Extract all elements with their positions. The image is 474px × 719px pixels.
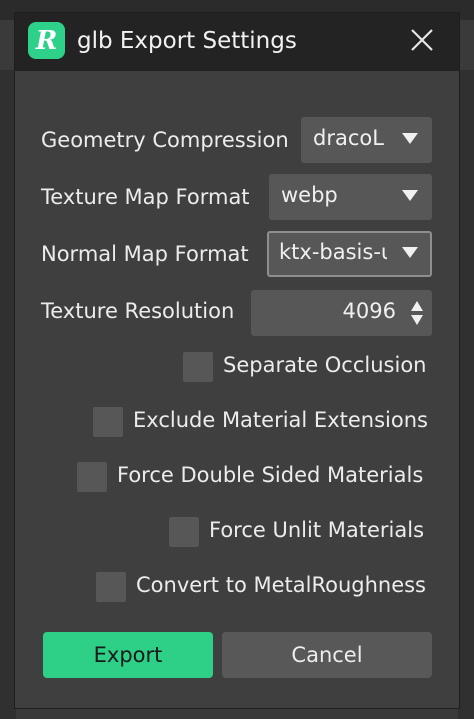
- dialog-titlebar: R glb Export Settings: [15, 13, 459, 71]
- force-unlit-materials-checkbox[interactable]: [169, 517, 199, 547]
- geometry-compression-dropdown[interactable]: dracoL: [301, 117, 432, 163]
- logo-glyph: R: [35, 25, 58, 56]
- texture-map-format-dropdown[interactable]: webp: [269, 174, 432, 220]
- texture-map-format-value: webp: [281, 183, 338, 207]
- chevron-down-icon: [402, 247, 418, 258]
- separate-occlusion-label: Separate Occlusion: [223, 353, 427, 377]
- exclude-material-extensions-checkbox[interactable]: [93, 407, 123, 437]
- close-icon: [411, 29, 433, 51]
- close-button[interactable]: [407, 25, 437, 55]
- separate-occlusion-option[interactable]: Separate Occlusion: [183, 351, 433, 385]
- force-double-sided-option[interactable]: Force Double Sided Materials: [77, 461, 433, 495]
- texture-resolution-spinbox[interactable]: 4096: [251, 290, 432, 336]
- texture-resolution-value: 4096: [342, 299, 396, 323]
- force-unlit-materials-label: Force Unlit Materials: [209, 518, 425, 542]
- app-logo-icon: R: [28, 22, 65, 59]
- exclude-material-extensions-option[interactable]: Exclude Material Extensions: [93, 406, 433, 440]
- normal-map-format-label: Normal Map Format: [41, 242, 249, 266]
- convert-metalroughness-option[interactable]: Convert to MetalRoughness: [96, 571, 433, 605]
- geometry-compression-label: Geometry Compression: [41, 128, 289, 152]
- exclude-material-extensions-label: Exclude Material Extensions: [133, 408, 428, 432]
- background-right-panel: [458, 70, 474, 719]
- dialog-title: glb Export Settings: [77, 28, 297, 54]
- export-button[interactable]: Export: [43, 632, 213, 678]
- chevron-down-icon: [402, 190, 418, 201]
- force-double-sided-checkbox[interactable]: [77, 462, 107, 492]
- separate-occlusion-checkbox[interactable]: [183, 352, 213, 382]
- export-settings-dialog: R glb Export Settings Geometry Compressi…: [14, 12, 460, 709]
- force-double-sided-label: Force Double Sided Materials: [117, 463, 424, 487]
- texture-resolution-label: Texture Resolution: [41, 299, 235, 323]
- normal-map-format-dropdown[interactable]: ktx-basis-u: [267, 231, 432, 277]
- texture-map-format-label: Texture Map Format: [41, 185, 250, 209]
- geometry-compression-value: dracoL: [313, 126, 384, 150]
- spinner-arrows-icon[interactable]: [410, 300, 424, 326]
- normal-map-format-value: ktx-basis-u: [279, 240, 387, 264]
- cancel-button[interactable]: Cancel: [222, 632, 432, 678]
- chevron-down-icon: [402, 133, 418, 144]
- convert-metalroughness-checkbox[interactable]: [96, 572, 126, 602]
- force-unlit-materials-option[interactable]: Force Unlit Materials: [169, 516, 433, 550]
- convert-metalroughness-label: Convert to MetalRoughness: [136, 573, 427, 597]
